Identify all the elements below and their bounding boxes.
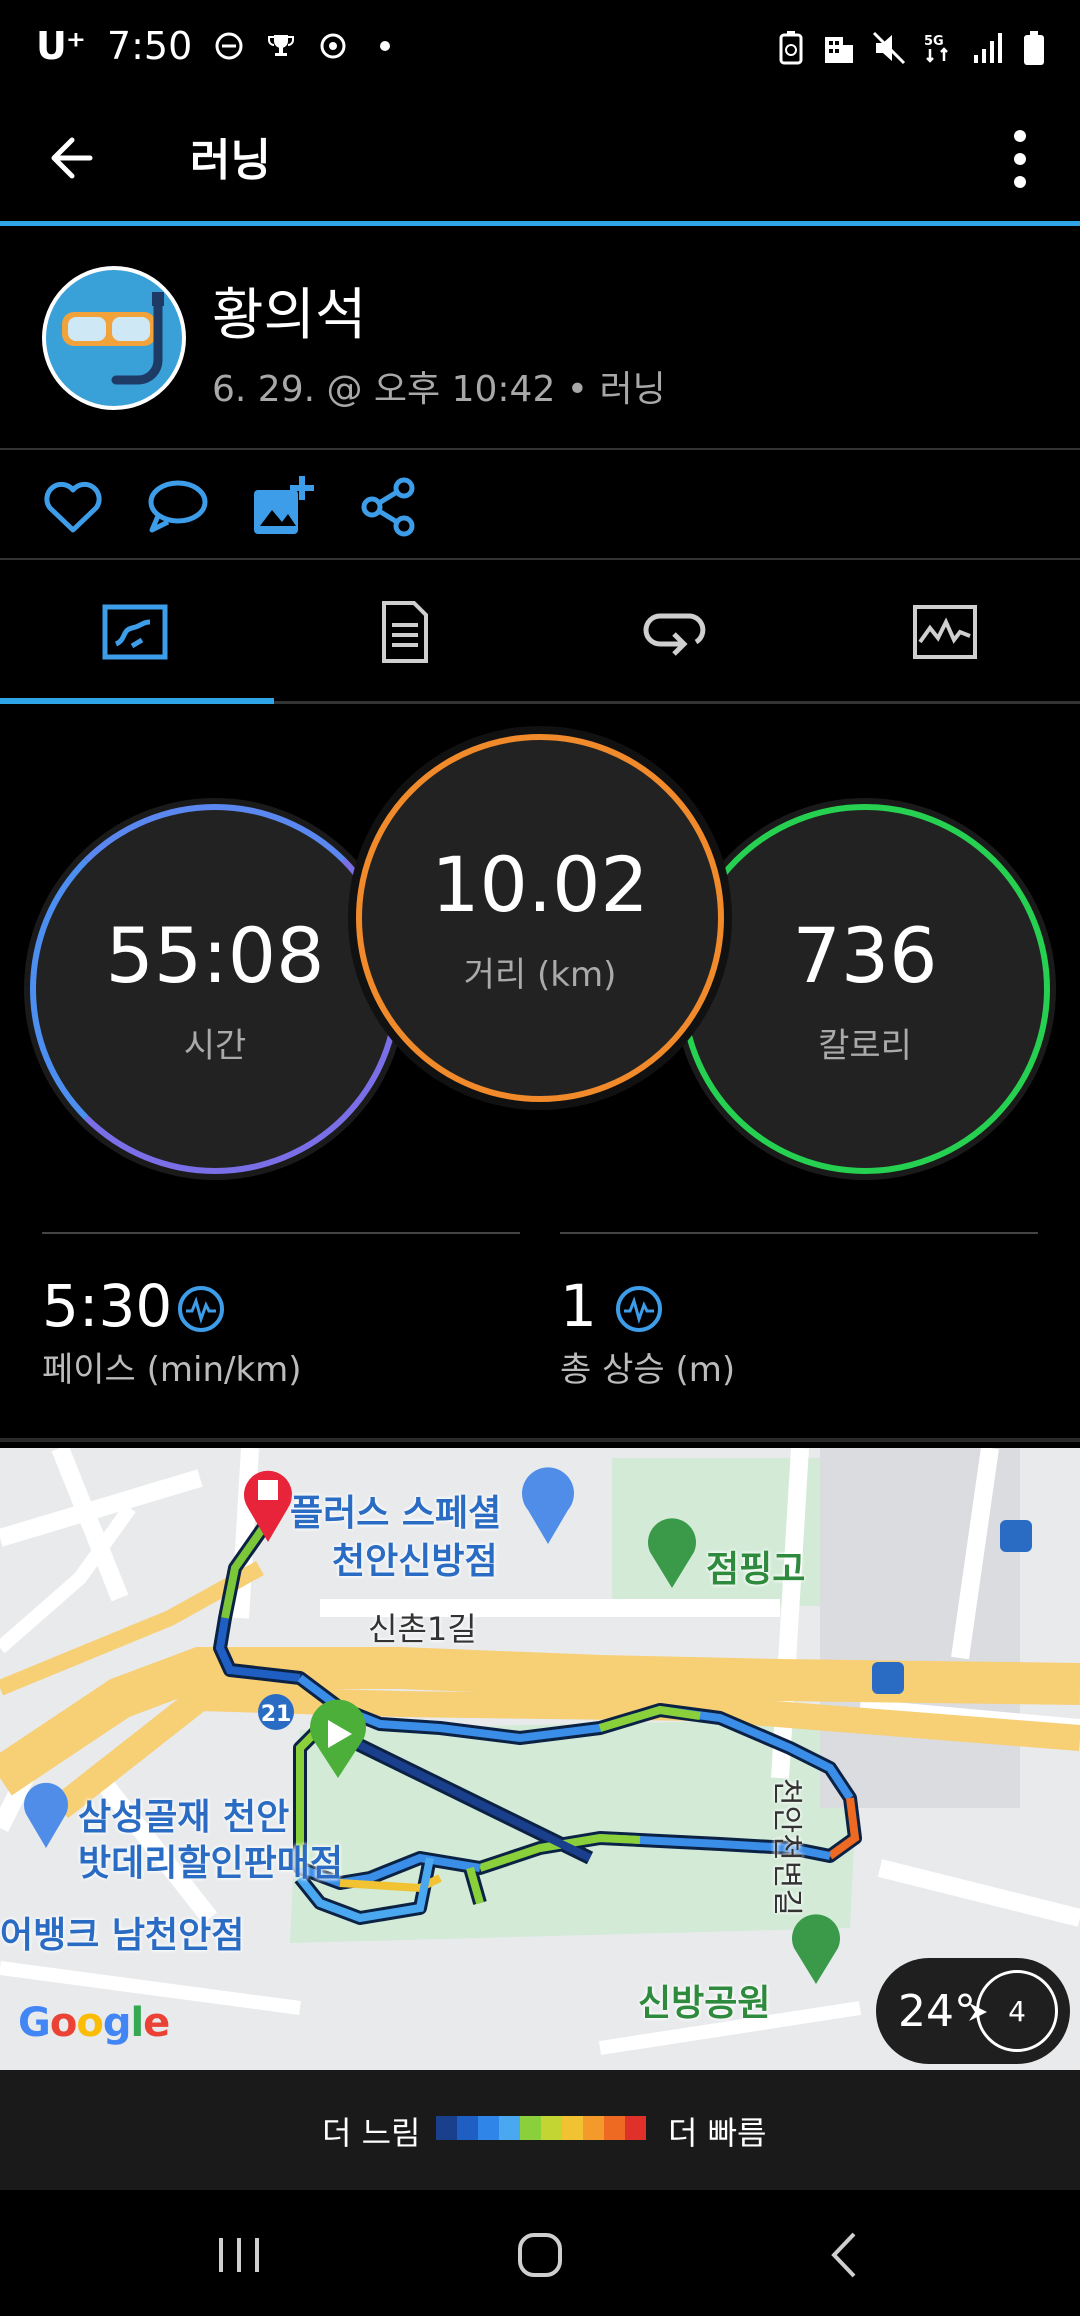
wind-direction-icon — [969, 2003, 987, 2021]
elevation-value: 1 — [560, 1272, 597, 1340]
battery-icon — [1024, 31, 1044, 65]
laps-icon — [643, 613, 706, 656]
more-options-icon[interactable] — [990, 124, 1050, 194]
wind-indicator: 4 — [969, 1970, 1058, 2052]
pace-legend: 더 느림 더 빠름 — [0, 2070, 1080, 2190]
signal-icon — [974, 33, 1002, 63]
tab-bar — [0, 560, 1080, 704]
avatar[interactable] — [42, 266, 186, 410]
battery-saver-icon — [779, 31, 803, 65]
pace-label: 페이스 (min/km) — [42, 1350, 302, 1390]
time-value: 55:08 — [105, 911, 325, 1000]
tab-laps[interactable] — [540, 560, 810, 704]
elevation-stat[interactable]: 1 총 상승 (m) — [560, 1232, 1038, 1432]
page-title: 러닝 — [190, 135, 271, 186]
calories-value: 736 — [792, 911, 938, 1000]
activity-profile-header: 황의석 6. 29. @ 오후 10:42 • 러닝 — [0, 226, 1080, 450]
temperature-value: 24° — [898, 1985, 976, 2037]
share-icon[interactable] — [356, 474, 422, 540]
tab-overview[interactable] — [0, 560, 270, 704]
home-icon[interactable] — [505, 2220, 575, 2290]
back-arrow-icon[interactable] — [44, 128, 104, 188]
activity-date-type: 6. 29. @ 오후 10:42 • 러닝 — [212, 369, 666, 410]
legend-color-swatch — [562, 2116, 583, 2140]
route-number-badge: 21 — [261, 1702, 292, 1727]
distance-label: 거리 (km) — [463, 955, 617, 995]
secondary-stats: 5:30 페이스 (min/km) 1 총 상승 (m) — [0, 1228, 1080, 1442]
add-photo-icon[interactable] — [250, 474, 316, 540]
elevation-label: 총 상승 (m) — [560, 1350, 736, 1390]
map-label-park: 신방공원 — [638, 1983, 771, 2024]
mute-icon — [872, 31, 906, 65]
clock: 7:50 — [106, 24, 193, 68]
5g-icon: 5G — [924, 34, 948, 63]
tab-charts[interactable] — [810, 560, 1080, 704]
distance-stat-circle[interactable]: 10.02 거리 (km) — [356, 734, 724, 1102]
pace-value: 5:30 — [42, 1272, 173, 1340]
legend-color-swatch — [478, 2116, 499, 2140]
weather-badge[interactable]: 24° 4 — [876, 1958, 1070, 2064]
sync-icon — [320, 33, 346, 59]
wind-speed-value: 4 — [1008, 1994, 1026, 2028]
map-label-road1: 신촌1길 — [368, 1610, 477, 1648]
summary-stats: 55:08 시간 736 칼로리 10.02 거리 (km) — [0, 704, 1080, 1224]
pace-stat[interactable]: 5:30 페이스 (min/km) — [42, 1232, 520, 1432]
user-name[interactable]: 황의석 — [212, 270, 367, 351]
svg-text:5G: 5G — [924, 34, 944, 49]
tab-details[interactable] — [270, 560, 540, 704]
map-label-store1: 플러스 스페셜 — [290, 1493, 502, 1534]
pace-chart-icon[interactable] — [176, 1284, 226, 1334]
elevation-chart-icon[interactable] — [614, 1284, 664, 1334]
building-icon — [825, 37, 853, 63]
legend-color-swatch — [583, 2116, 604, 2140]
time-stat-circle[interactable]: 55:08 시간 — [30, 804, 400, 1174]
legend-color-swatch — [541, 2116, 562, 2140]
map-label-store1-line2: 천안신방점 — [332, 1541, 498, 1582]
system-navigation-bar — [0, 2190, 1080, 2316]
document-icon — [382, 601, 428, 663]
like-heart-icon[interactable] — [40, 474, 106, 540]
calories-label: 칼로리 — [818, 1026, 912, 1066]
recent-apps-icon[interactable] — [204, 2220, 274, 2290]
route-map[interactable]: 21 플러스 스페셜 천안신방점 점핑고 신촌1길 삼성골재 천안 밧데리할인판… — [0, 1448, 1080, 2070]
legend-color-swatch — [604, 2116, 625, 2140]
snorkel-mask-icon — [62, 292, 164, 385]
calories-stat-circle[interactable]: 736 칼로리 — [680, 804, 1050, 1174]
legend-fast-label: 더 빠름 — [668, 2114, 767, 2152]
app-bar: 러닝 — [0, 100, 1080, 224]
map-label-bank: 어뱅크 남천안점 — [0, 1915, 245, 1956]
trophy-icon — [268, 35, 295, 56]
time-label: 시간 — [183, 1026, 247, 1066]
legend-color-swatch — [499, 2116, 520, 2140]
distance-value: 10.02 — [431, 840, 649, 929]
carrier-label: U⁺ — [36, 24, 86, 68]
status-bar: U⁺ 7:50 5G — [0, 0, 1080, 100]
map-label-road2: 천안천변길 — [769, 1778, 804, 1916]
google-logo: Google — [18, 2000, 170, 2046]
map-label-store2-line2: 밧데리할인판매점 — [78, 1843, 343, 1884]
map-overview-icon — [102, 604, 168, 660]
pace-color-scale — [436, 2116, 646, 2140]
legend-slow-label: 더 느림 — [322, 2114, 421, 2152]
map-label-school: 점핑고 — [706, 1549, 806, 1590]
legend-color-swatch — [520, 2116, 541, 2140]
action-row — [0, 450, 1080, 560]
legend-color-swatch — [457, 2116, 478, 2140]
comment-bubble-icon[interactable] — [144, 474, 210, 540]
legend-color-swatch — [625, 2116, 646, 2140]
notification-dot-icon — [380, 41, 391, 51]
legend-color-swatch — [436, 2116, 457, 2140]
map-label-store2: 삼성골재 천안 — [78, 1797, 290, 1838]
chart-icon — [913, 605, 977, 659]
do-not-disturb-icon — [215, 32, 243, 60]
back-nav-icon[interactable] — [810, 2220, 880, 2290]
